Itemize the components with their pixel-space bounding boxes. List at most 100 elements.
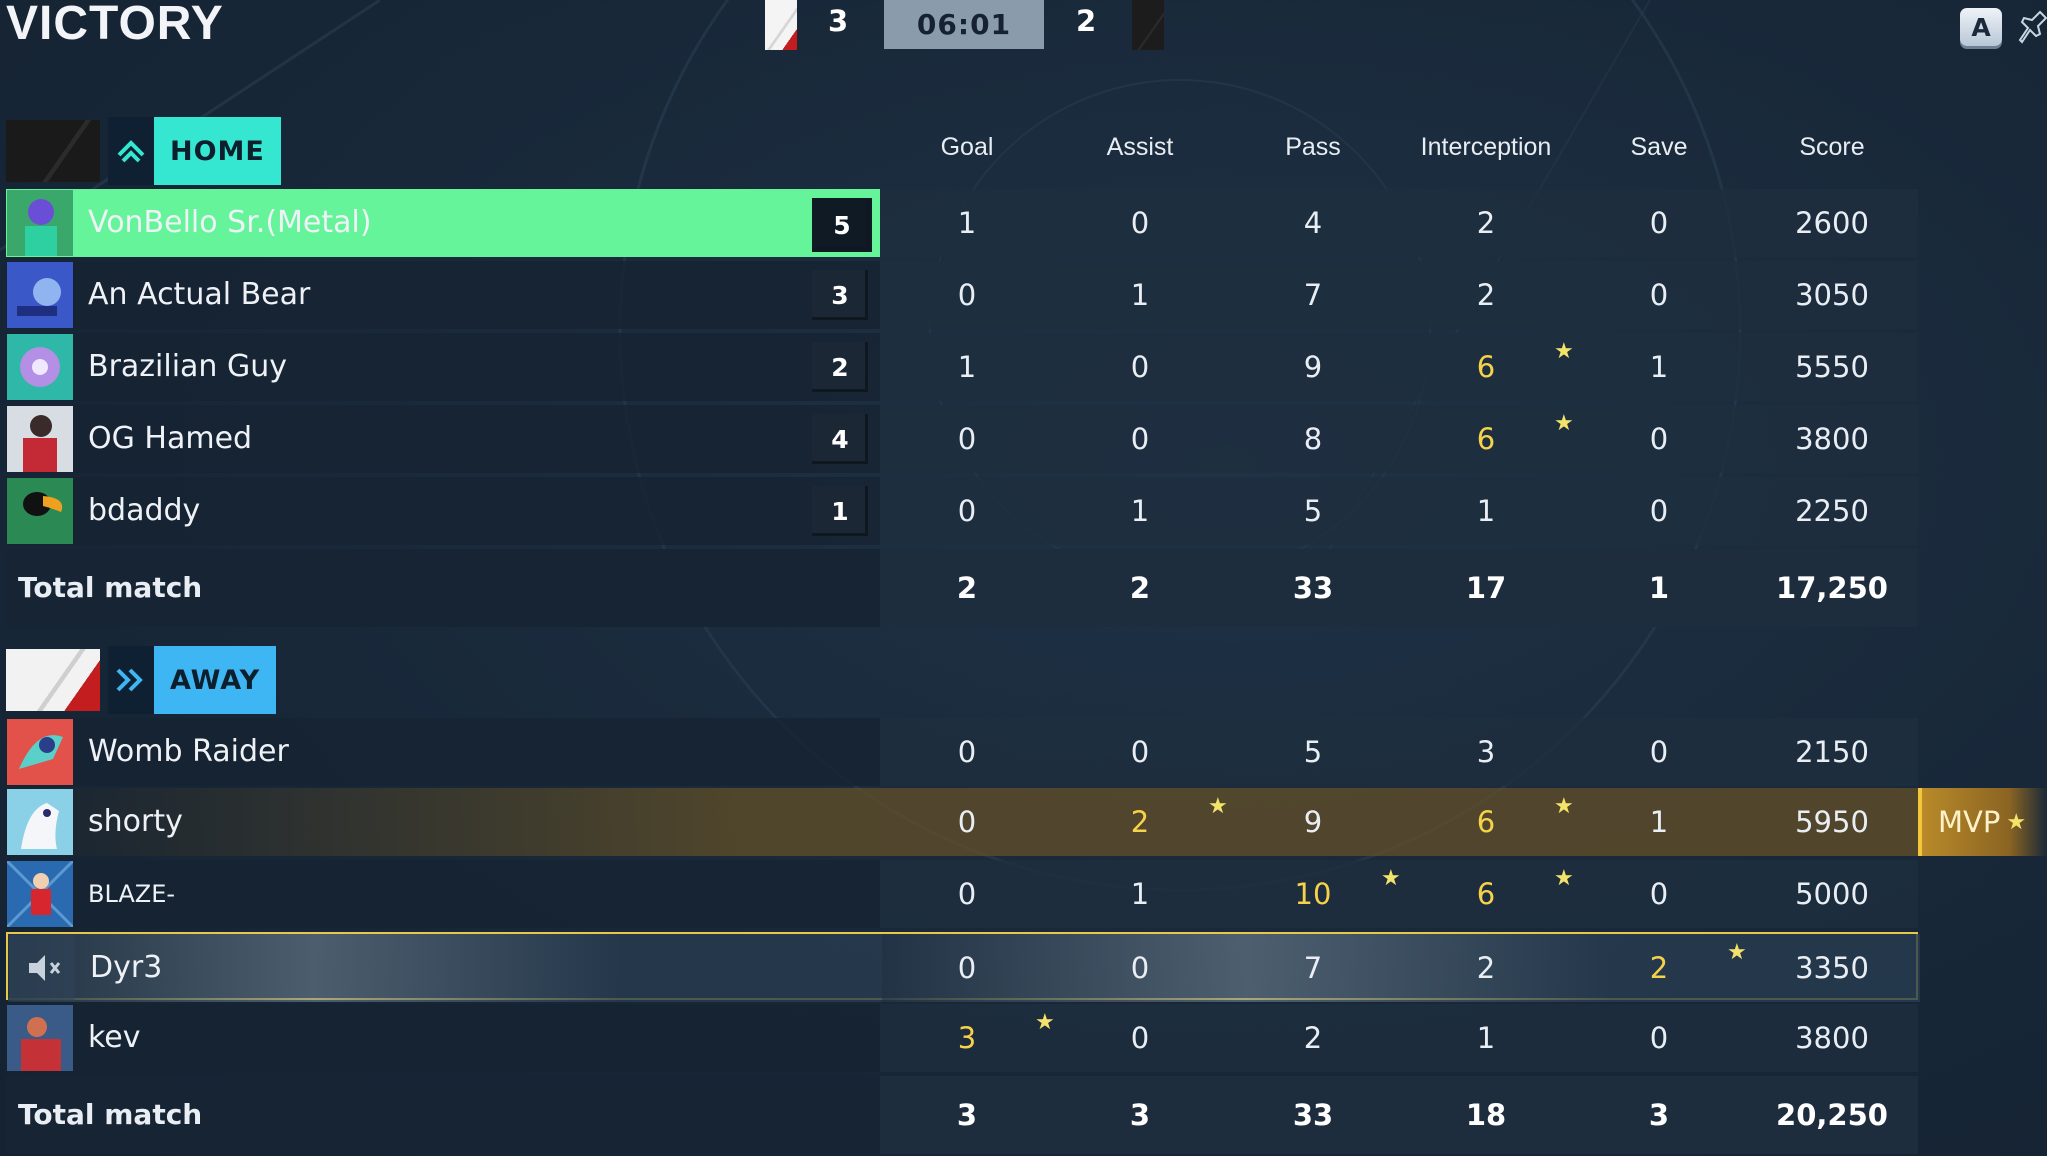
stat-score: 2250 (1795, 494, 1869, 528)
stat-pass: 7 (1303, 951, 1323, 985)
stat-assist: 0 (1130, 422, 1150, 456)
home-player-row[interactable]: OG Hamed 4 0 0 8 6 ★ 0 3800 (6, 405, 1918, 473)
player-avatar (7, 478, 73, 544)
stat-interception: 6 (1476, 350, 1496, 384)
stat-assist: 2 (1130, 805, 1150, 839)
star-icon: ★ (1035, 1010, 1055, 1035)
stat-save: 2 (1649, 951, 1669, 985)
pin-icon[interactable] (2018, 8, 2047, 48)
stat-goal: 0 (957, 422, 977, 456)
stat-interception: 3 (1476, 735, 1496, 769)
away-team-flag-icon (1132, 0, 1164, 50)
stat-save: 0 (1649, 494, 1669, 528)
total-label: Total match (18, 571, 203, 604)
player-name: bdaddy (88, 493, 201, 528)
rank-badge: 3 (812, 270, 868, 320)
away-player-row[interactable]: BLAZE- 0 1 10 ★ 6 ★ 0 5000 (6, 860, 1918, 928)
stat-pass: 2 (1303, 1021, 1323, 1055)
stat-save: 1 (1649, 805, 1669, 839)
stat-score: 3350 (1795, 951, 1869, 985)
home-team-flag-icon (765, 0, 797, 50)
home-player-row[interactable]: bdaddy 1 0 1 5 1 0 2250 (6, 477, 1918, 545)
stat-assist: 1 (1130, 877, 1150, 911)
stat-save: 0 (1649, 422, 1669, 456)
home-team-flag-icon (6, 120, 100, 182)
total-score: 17,250 (1776, 571, 1888, 605)
player-name: Womb Raider (88, 734, 289, 769)
stat-interception: 6 (1476, 422, 1496, 456)
total-pass: 33 (1292, 571, 1334, 605)
total-score: 20,250 (1776, 1098, 1888, 1132)
home-player-row[interactable]: VonBello Sr.(Metal) 5 1 0 4 2 0 2600 (6, 189, 1918, 257)
star-icon: ★ (1381, 866, 1401, 891)
mvp-label: MVP (1938, 805, 2001, 839)
stat-goal: 1 (957, 350, 977, 384)
stat-interception: 1 (1476, 494, 1496, 528)
home-team-header: HOME (6, 117, 281, 185)
away-total-row: Total match 3 3 33 18 3 20,250 (6, 1076, 1918, 1154)
total-save: 1 (1648, 571, 1670, 605)
stat-score: 5950 (1795, 805, 1869, 839)
stat-goal: 0 (957, 735, 977, 769)
stat-goal: 0 (957, 494, 977, 528)
stat-interception: 2 (1476, 278, 1496, 312)
stat-score: 3800 (1795, 1021, 1869, 1055)
home-chevron-icon (108, 117, 154, 185)
player-name: kev (88, 1020, 141, 1055)
stat-score: 2150 (1795, 735, 1869, 769)
player-name: OG Hamed (88, 421, 253, 456)
home-player-row[interactable]: Brazilian Guy 2 1 0 9 6 ★ 1 5550 (6, 333, 1918, 401)
rank-badge: 2 (812, 342, 868, 392)
stat-assist: 0 (1130, 350, 1150, 384)
away-team-flag-icon (6, 649, 100, 711)
total-label: Total match (18, 1098, 203, 1131)
star-icon: ★ (1208, 794, 1228, 819)
total-assist: 3 (1129, 1098, 1151, 1132)
a-button[interactable]: A (1960, 8, 2002, 46)
total-goal: 3 (956, 1098, 978, 1132)
player-avatar (7, 861, 73, 927)
star-icon: ★ (1554, 339, 1574, 364)
away-player-row[interactable]: shorty 0 2 ★ 9 6 ★ 1 5950 (6, 788, 1918, 856)
col-header-goal: Goal (940, 133, 994, 161)
star-icon: ★ (1554, 794, 1574, 819)
stat-interception: 6 (1476, 805, 1496, 839)
away-player-row[interactable]: Womb Raider 0 0 5 3 0 2150 (6, 718, 1918, 786)
player-avatar (7, 719, 73, 785)
stat-assist: 0 (1130, 735, 1150, 769)
away-player-row[interactable]: kev 3 ★ 0 2 1 0 3800 (6, 1004, 1918, 1072)
stat-pass: 7 (1303, 278, 1323, 312)
stat-goal: 3 (957, 1021, 977, 1055)
stat-pass: 4 (1303, 206, 1323, 240)
stat-goal: 0 (957, 951, 977, 985)
stat-interception: 2 (1476, 951, 1496, 985)
match-timer: 06:01 (884, 0, 1044, 49)
home-player-row[interactable]: An Actual Bear 3 0 1 7 2 0 3050 (6, 261, 1918, 329)
rank-badge: 1 (812, 486, 868, 536)
stat-save: 0 (1649, 877, 1669, 911)
stat-score: 3050 (1795, 278, 1869, 312)
player-name: An Actual Bear (88, 277, 311, 312)
player-name: Dyr3 (90, 950, 163, 985)
total-assist: 2 (1129, 571, 1151, 605)
stat-score: 2600 (1795, 206, 1869, 240)
stat-save: 1 (1649, 350, 1669, 384)
stat-save: 0 (1649, 1021, 1669, 1055)
col-header-interception: Interception (1420, 133, 1552, 161)
stat-score: 5000 (1795, 877, 1869, 911)
stat-save: 0 (1649, 278, 1669, 312)
player-avatar (7, 262, 73, 328)
player-avatar (7, 190, 73, 256)
away-player-row-self[interactable]: Dyr3 0 0 7 2 2 ★ 3350 (6, 932, 1920, 1002)
stat-pass: 9 (1303, 805, 1323, 839)
player-avatar (7, 789, 73, 855)
star-icon: ★ (1554, 411, 1574, 436)
stat-assist: 1 (1130, 278, 1150, 312)
stat-goal: 0 (957, 877, 977, 911)
stat-interception: 1 (1476, 1021, 1496, 1055)
stat-score: 5550 (1795, 350, 1869, 384)
star-icon: ★ (2006, 809, 2027, 835)
stat-pass: 10 (1294, 877, 1332, 911)
rank-badge: 5 (812, 198, 872, 252)
stat-goal: 0 (957, 805, 977, 839)
